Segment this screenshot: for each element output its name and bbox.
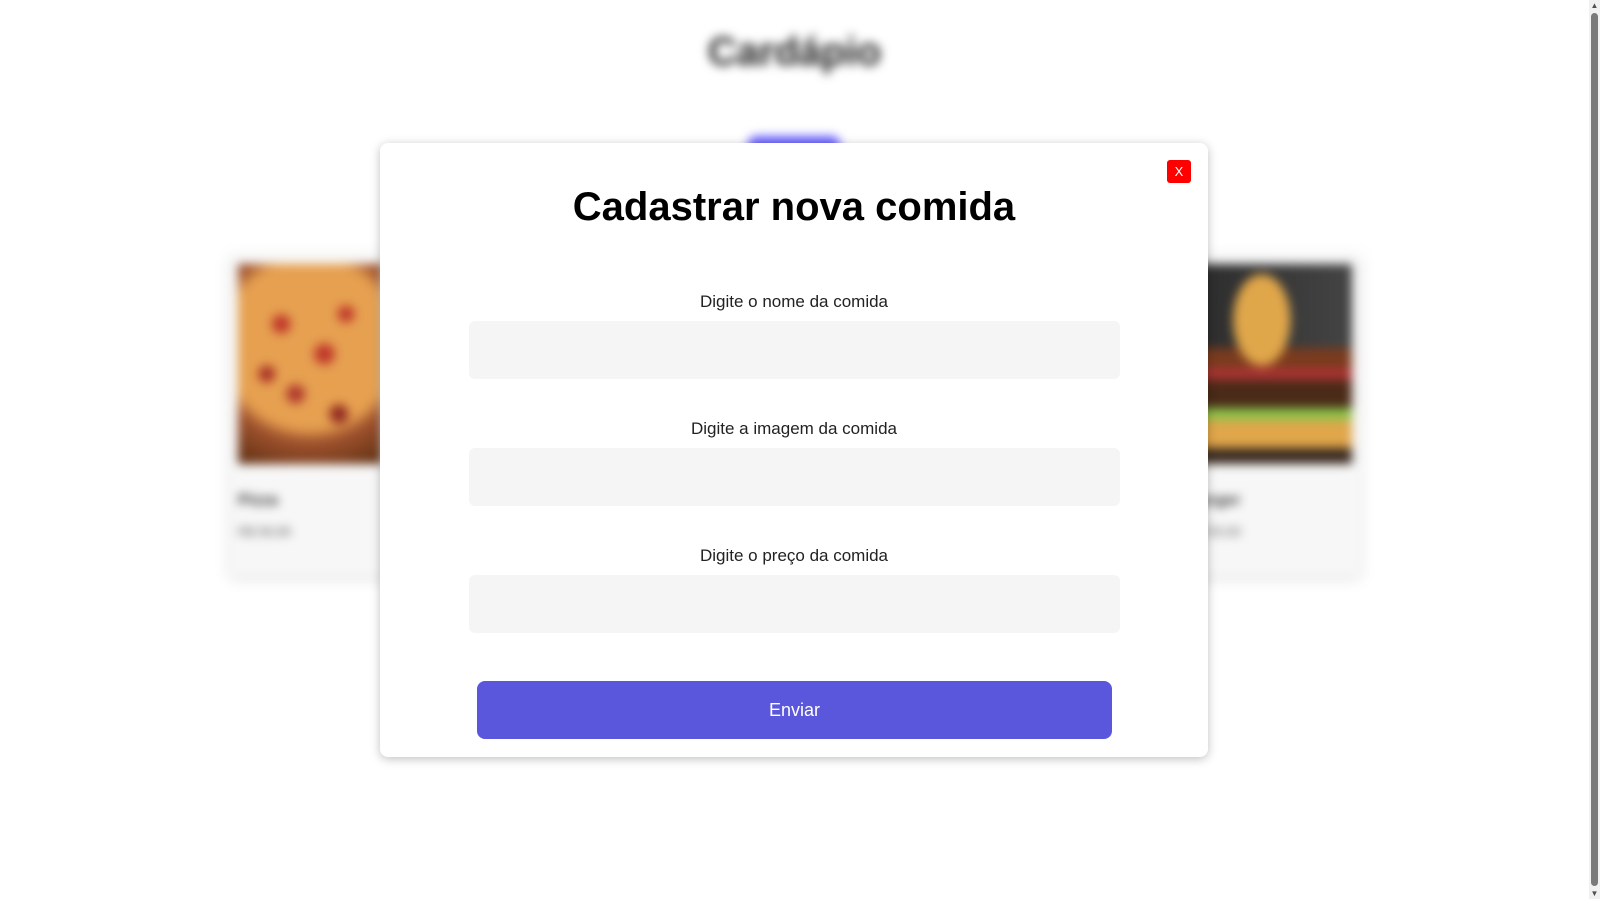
food-name-input[interactable]	[469, 321, 1120, 379]
food-image-input[interactable]	[469, 448, 1120, 506]
vertical-scrollbar[interactable]: ▲ ▼	[1589, 0, 1600, 899]
food-name-label: Digite o nome da comida	[699, 292, 889, 311]
scroll-down-icon[interactable]: ▼	[1589, 888, 1600, 899]
food-image-label: Digite a imagem da comida	[691, 419, 897, 438]
scroll-thumb[interactable]	[1591, 13, 1598, 886]
food-price-label: Digite o preço da comida	[699, 546, 889, 565]
submit-button[interactable]: Enviar	[477, 681, 1112, 739]
food-image	[1188, 264, 1352, 464]
close-button[interactable]: X	[1167, 160, 1191, 183]
page-viewport: Cardápio Pizza R$ 99,99 Burger R$ 50,00 …	[0, 0, 1589, 899]
food-price: R$ 99,99	[238, 524, 291, 539]
create-food-modal: X Cadastrar nova comida Digite o nome da…	[380, 143, 1208, 757]
modal-title: Cadastrar nova comida	[572, 185, 1016, 229]
food-image	[238, 264, 382, 464]
page-title: Cardápio	[707, 30, 882, 74]
food-name: Pizza	[238, 492, 279, 509]
scroll-up-icon[interactable]: ▲	[1589, 0, 1600, 11]
food-card: Pizza R$ 99,99	[230, 256, 390, 576]
food-price-input[interactable]	[469, 575, 1120, 633]
